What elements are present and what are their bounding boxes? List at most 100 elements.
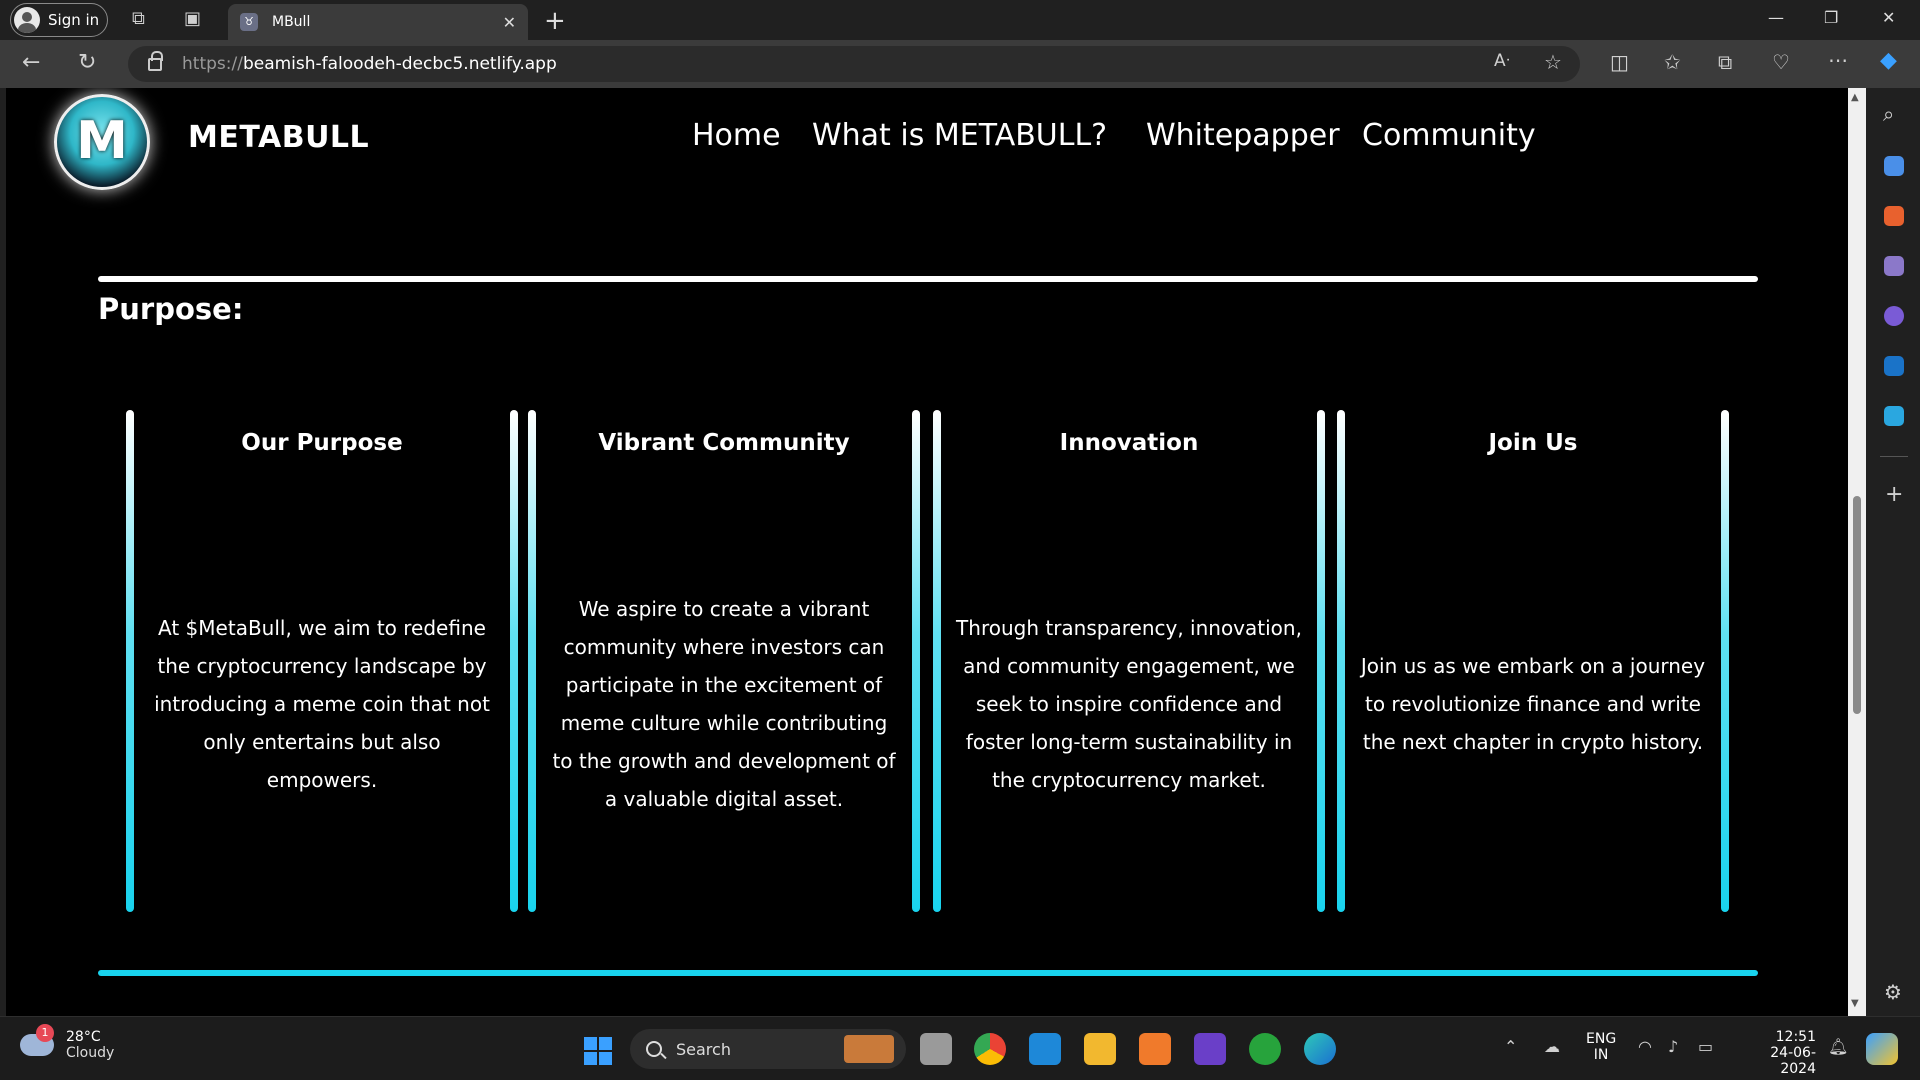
read-aloud-icon[interactable]: Aᐧ xyxy=(1494,53,1510,70)
onedrive-icon[interactable]: ☁ xyxy=(1544,1039,1560,1055)
wifi-icon[interactable]: ◠ xyxy=(1638,1039,1652,1055)
url-host: beamish-faloodeh-decbc5.netlify.app xyxy=(242,54,557,74)
address-bar-row: ← ↻ https:// beamish-faloodeh-decbc5.net… xyxy=(0,40,1920,88)
taskbar-search[interactable]: Search xyxy=(630,1029,906,1069)
top-divider xyxy=(98,276,1758,282)
search-highlight-icon xyxy=(844,1035,894,1063)
add-icon[interactable]: + xyxy=(1885,484,1903,506)
weather-temp: 28°C xyxy=(66,1029,101,1045)
lang-bottom: IN xyxy=(1593,1047,1609,1063)
search-icon xyxy=(646,1041,662,1057)
card-left-border xyxy=(933,410,941,912)
sign-in-button[interactable]: Sign in xyxy=(10,3,108,37)
clock-time: 12:51 xyxy=(1775,1029,1816,1045)
card-left-border xyxy=(1337,410,1345,912)
url-scheme: https:// xyxy=(182,54,243,74)
taskbar-search-label: Search xyxy=(676,1039,731,1059)
card-our-purpose: Our Purpose At $MetaBull, we aim to rede… xyxy=(126,410,518,912)
vscode-icon[interactable] xyxy=(1029,1033,1061,1065)
bottom-divider xyxy=(98,970,1758,976)
card-body: At $MetaBull, we aim to redefine the cry… xyxy=(154,616,490,792)
games-icon[interactable] xyxy=(1884,256,1904,276)
workspaces-icon[interactable]: ⧉ xyxy=(132,10,145,28)
nav-whitepapper[interactable]: Whitepapper xyxy=(1146,118,1340,153)
close-window-icon[interactable]: ✕ xyxy=(1882,8,1895,27)
card-right-border xyxy=(1721,410,1729,912)
nav-what-is-metabull[interactable]: What is METABULL? xyxy=(812,118,1107,153)
settings-gear-icon[interactable]: ⚙ xyxy=(1884,982,1902,1002)
favorite-star-icon[interactable]: ☆ xyxy=(1544,52,1562,72)
copilot-icon[interactable]: ◆ xyxy=(1880,50,1897,72)
weather-desc: Cloudy xyxy=(66,1045,115,1061)
new-tab-icon[interactable]: + xyxy=(544,6,566,36)
card-join-us: Join Us Join us as we embark on a journe… xyxy=(1337,410,1729,912)
minimize-icon[interactable]: — xyxy=(1768,8,1784,27)
chrome-icon[interactable] xyxy=(974,1033,1006,1065)
card-right-border xyxy=(912,410,920,912)
card-vibrant-community: Vibrant Community We aspire to create a … xyxy=(528,410,920,912)
scroll-down-icon[interactable]: ▼ xyxy=(1851,998,1859,1009)
tab-mbull[interactable]: ♉ MBull ✕ xyxy=(228,4,528,40)
xampp-icon[interactable] xyxy=(1139,1033,1171,1065)
collections-icon[interactable]: ⧉ xyxy=(1718,52,1732,72)
card-left-border xyxy=(528,410,536,912)
restore-icon[interactable]: ❐ xyxy=(1824,8,1838,27)
browser-essentials-icon[interactable]: ♡ xyxy=(1772,52,1790,72)
browser-tab-bar: Sign in ⧉ ▣ ♉ MBull ✕ + — ❐ ✕ xyxy=(0,0,1920,40)
card-body: Through transparency, innovation, and co… xyxy=(956,616,1302,792)
lock-icon xyxy=(148,50,163,71)
clock-date: 24-06-2024 xyxy=(1770,1045,1816,1077)
windows-taskbar: 1 28°C Cloudy Search ⌃ ☁ ENG IN ◠ ♪ ▭ 12… xyxy=(0,1016,1920,1080)
outlook-icon[interactable] xyxy=(1884,356,1904,376)
refresh-icon[interactable]: ↻ xyxy=(78,52,96,74)
tray-chevron-icon[interactable]: ⌃ xyxy=(1504,1039,1517,1055)
card-left-border xyxy=(126,410,134,912)
weather-widget[interactable]: 1 28°C Cloudy xyxy=(20,1024,115,1061)
brand-name[interactable]: METABULL xyxy=(188,120,369,155)
dev-app-icon[interactable] xyxy=(1194,1033,1226,1065)
card-right-border xyxy=(1317,410,1325,912)
send-icon[interactable] xyxy=(1884,406,1904,426)
task-view-icon[interactable] xyxy=(920,1033,952,1065)
sidebar-divider xyxy=(1880,456,1908,457)
nav-home[interactable]: Home xyxy=(692,118,781,153)
clock[interactable]: 12:51 24-06-2024 xyxy=(1738,1029,1816,1077)
bull-favicon-icon: ♉ xyxy=(240,13,258,31)
copilot-taskbar-icon[interactable] xyxy=(1866,1033,1898,1065)
nav-community[interactable]: Community xyxy=(1362,118,1536,153)
volume-icon[interactable]: ♪ xyxy=(1668,1039,1678,1055)
section-title: Purpose: xyxy=(98,292,244,326)
card-innovation: Innovation Through transparency, innovat… xyxy=(933,410,1325,912)
xbox-icon[interactable] xyxy=(1249,1033,1281,1065)
back-arrow-icon[interactable]: ← xyxy=(22,52,40,74)
card-body: Join us as we embark on a journey to rev… xyxy=(1360,654,1706,754)
start-icon[interactable] xyxy=(584,1037,612,1065)
edge-sidebar: ⌕ + ⚙ xyxy=(1868,88,1920,1016)
battery-icon[interactable]: ▭ xyxy=(1698,1039,1713,1055)
web-page: METABULL Home What is METABULL? Whitepap… xyxy=(6,88,1848,1016)
notification-bell-icon[interactable]: 🔔︎ xyxy=(1828,1039,1848,1055)
edge-icon[interactable] xyxy=(1304,1033,1336,1065)
lang-top: ENG xyxy=(1586,1031,1617,1047)
file-explorer-icon[interactable] xyxy=(1084,1033,1116,1065)
page-scrollbar[interactable]: ▲ ▼ xyxy=(1848,88,1866,1016)
more-menu-icon[interactable]: ⋯ xyxy=(1828,50,1848,70)
scroll-thumb[interactable] xyxy=(1853,496,1861,714)
m365-icon[interactable] xyxy=(1884,306,1904,326)
scroll-up-icon[interactable]: ▲ xyxy=(1851,92,1859,103)
favorites-icon[interactable]: ✩ xyxy=(1664,52,1681,72)
tools-icon[interactable] xyxy=(1884,206,1904,226)
language-indicator[interactable]: ENG IN xyxy=(1586,1031,1616,1063)
url-field[interactable]: https:// beamish-faloodeh-decbc5.netlify… xyxy=(128,46,1580,82)
tab-title: MBull xyxy=(272,14,311,30)
close-tab-icon[interactable]: ✕ xyxy=(503,13,516,32)
metabull-logo[interactable] xyxy=(54,94,150,190)
shopping-tag-icon[interactable] xyxy=(1884,156,1904,176)
tab-actions-icon[interactable]: ▣ xyxy=(184,10,201,28)
search-icon[interactable]: ⌕ xyxy=(1883,104,1894,124)
profile-avatar-icon xyxy=(14,7,40,33)
split-screen-icon[interactable]: ◫ xyxy=(1610,52,1629,72)
card-right-border xyxy=(510,410,518,912)
sign-in-label: Sign in xyxy=(48,11,100,29)
cloud-icon: 1 xyxy=(20,1024,54,1056)
